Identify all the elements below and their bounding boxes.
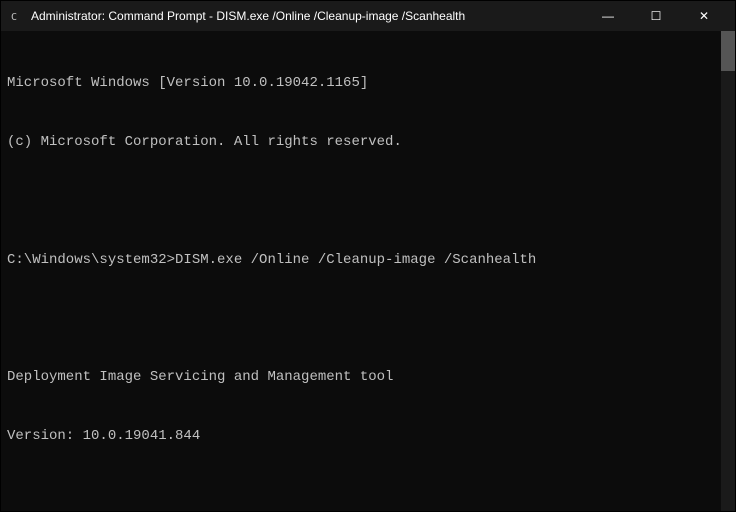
console-line-8 — [7, 486, 729, 506]
console-line-2: (c) Microsoft Corporation. All rights re… — [7, 133, 729, 153]
console-output: Microsoft Windows [Version 10.0.19042.11… — [7, 35, 729, 511]
console-line-5 — [7, 309, 729, 329]
console-line-3 — [7, 192, 729, 212]
title-bar: C Administrator: Command Prompt - DISM.e… — [1, 1, 735, 31]
console-body[interactable]: Microsoft Windows [Version 10.0.19042.11… — [1, 31, 735, 511]
title-bar-left: C Administrator: Command Prompt - DISM.e… — [9, 8, 465, 24]
window-title: Administrator: Command Prompt - DISM.exe… — [31, 9, 465, 23]
minimize-button[interactable]: — — [585, 1, 631, 31]
console-line-1: Microsoft Windows [Version 10.0.19042.11… — [7, 74, 729, 94]
maximize-button[interactable]: ☐ — [633, 1, 679, 31]
scrollbar[interactable] — [721, 31, 735, 511]
console-line-4: C:\Windows\system32>DISM.exe /Online /Cl… — [7, 251, 729, 271]
cmd-icon: C — [9, 8, 25, 24]
cmd-window: C Administrator: Command Prompt - DISM.e… — [0, 0, 736, 512]
window-controls: — ☐ ✕ — [585, 1, 727, 31]
console-line-6: Deployment Image Servicing and Managemen… — [7, 368, 729, 388]
scrollbar-thumb[interactable] — [721, 31, 735, 71]
svg-text:C: C — [11, 12, 17, 23]
close-button[interactable]: ✕ — [681, 1, 727, 31]
console-line-7: Version: 10.0.19041.844 — [7, 427, 729, 447]
